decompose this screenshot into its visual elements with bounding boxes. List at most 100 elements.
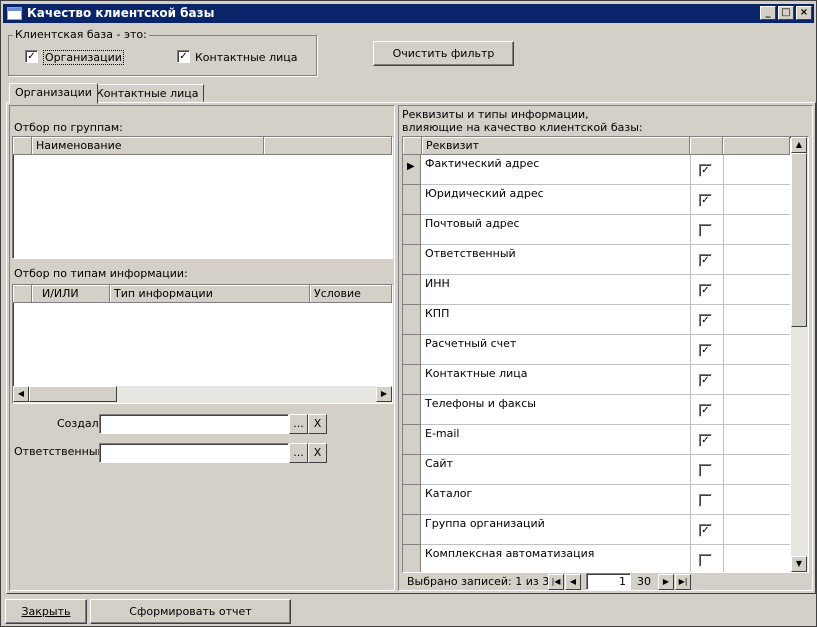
check-icon: ✓ xyxy=(701,405,710,416)
attribute-row-checkbox[interactable]: ✓ xyxy=(699,524,712,537)
close-window-button[interactable]: × xyxy=(796,6,812,20)
attribute-row-checkbox[interactable] xyxy=(699,464,712,477)
attribute-row[interactable]: КПП ✓ xyxy=(403,305,790,335)
types-hscrollbar[interactable]: ◀ ▶ xyxy=(13,386,392,403)
created-by-clear-button[interactable]: X xyxy=(308,414,327,434)
responsible-field[interactable] xyxy=(99,443,289,463)
scroll-down-icon[interactable]: ▼ xyxy=(791,556,807,572)
attribute-row-checkbox[interactable]: ✓ xyxy=(699,284,712,297)
attribute-row-checkbox[interactable]: ✓ xyxy=(699,374,712,387)
attribute-row-checkbox[interactable] xyxy=(699,224,712,237)
row-selector[interactable] xyxy=(403,515,421,545)
attribute-row-checkbox[interactable]: ✓ xyxy=(699,434,712,447)
generate-report-button[interactable]: Сформировать отчет xyxy=(90,599,291,624)
attribute-row-label: ИНН xyxy=(425,277,450,290)
current-row-arrow-icon: ▶ xyxy=(407,161,415,172)
attribute-row-label: Контактные лица xyxy=(425,367,528,380)
attribute-row[interactable]: Ответственный ✓ xyxy=(403,245,790,275)
responsible-clear-button[interactable]: X xyxy=(308,443,327,463)
page-total: 30 xyxy=(637,575,651,588)
attribute-row-checkbox[interactable] xyxy=(699,494,712,507)
groups-col-name[interactable]: Наименование xyxy=(32,137,264,155)
attribute-row[interactable]: ИНН ✓ xyxy=(403,275,790,305)
types-col-type[interactable]: Тип информации xyxy=(110,285,310,303)
attributes-vscroll-thumb[interactable] xyxy=(791,153,807,327)
title-bar[interactable]: Качество клиентской базы _ □ × xyxy=(3,4,814,23)
prev-page-icon[interactable]: ◀ xyxy=(565,574,581,590)
row-selector[interactable] xyxy=(403,185,421,215)
maximize-button[interactable]: □ xyxy=(778,6,794,20)
row-selector[interactable] xyxy=(403,275,421,305)
row-selector[interactable] xyxy=(403,395,421,425)
window-title: Качество клиентской базы xyxy=(27,6,215,20)
row-selector[interactable] xyxy=(403,425,421,455)
attributes-caption-line2: влияющие на качество клиентской базы: xyxy=(402,121,643,134)
row-selector[interactable] xyxy=(403,365,421,395)
created-by-field[interactable] xyxy=(99,414,289,434)
scroll-up-icon[interactable]: ▲ xyxy=(791,137,807,153)
contacts-checkbox-label[interactable]: Контактные лица xyxy=(195,51,297,64)
attribute-row-checkbox[interactable]: ✓ xyxy=(699,314,712,327)
types-table-corner xyxy=(13,285,32,303)
attribute-row[interactable]: Сайт xyxy=(403,455,790,485)
contacts-checkbox[interactable]: ✓ xyxy=(177,50,190,63)
page-number-field[interactable]: 1 xyxy=(586,573,631,590)
first-page-icon[interactable]: |◀ xyxy=(548,574,564,590)
tab-organizations[interactable]: Организации xyxy=(9,83,98,104)
row-selector[interactable] xyxy=(403,485,421,515)
attribute-row[interactable]: Комплексная автоматизация xyxy=(403,545,790,572)
attributes-table-corner xyxy=(403,137,422,155)
next-page-icon[interactable]: ▶ xyxy=(658,574,674,590)
attribute-row-checkbox[interactable]: ✓ xyxy=(699,344,712,357)
scroll-right-icon[interactable]: ▶ xyxy=(376,386,392,402)
attribute-row-checkbox[interactable] xyxy=(699,554,712,567)
row-selector[interactable] xyxy=(403,545,421,572)
row-selector[interactable] xyxy=(403,215,421,245)
attribute-row[interactable]: E-mail ✓ xyxy=(403,425,790,455)
types-table[interactable]: И/ИЛИ Тип информации Условие ◀ ▶ xyxy=(12,284,393,404)
attribute-row-checkbox[interactable]: ✓ xyxy=(699,404,712,417)
row-selector[interactable]: ▶ xyxy=(403,155,421,185)
attributes-col-name[interactable]: Реквизит xyxy=(422,137,690,155)
attribute-row[interactable]: Каталог xyxy=(403,485,790,515)
attribute-row-label: Юридический адрес xyxy=(425,187,544,200)
attribute-row-label: Расчетный счет xyxy=(425,337,517,350)
attribute-row-checkbox[interactable]: ✓ xyxy=(699,164,712,177)
created-by-select-button[interactable]: ... xyxy=(289,414,308,434)
attribute-row[interactable]: Юридический адрес ✓ xyxy=(403,185,790,215)
types-col-condition[interactable]: Условие xyxy=(310,285,392,303)
attributes-table[interactable]: Реквизит ▶ Фактический адрес ✓ Юридический … xyxy=(402,136,809,573)
types-hscroll-thumb[interactable] xyxy=(29,386,117,402)
check-icon: ✓ xyxy=(27,51,36,62)
attribute-row[interactable]: Почтовый адрес xyxy=(403,215,790,245)
row-selector[interactable] xyxy=(403,335,421,365)
scroll-left-icon[interactable]: ◀ xyxy=(13,386,29,402)
attribute-row-label: Каталог xyxy=(425,487,473,500)
attribute-row[interactable]: Контактные лица ✓ xyxy=(403,365,790,395)
groups-table[interactable]: Наименование xyxy=(12,136,393,259)
close-button[interactable]: Закрыть xyxy=(5,599,87,624)
types-col-andor[interactable]: И/ИЛИ xyxy=(32,285,110,303)
minimize-button[interactable]: _ xyxy=(760,6,776,20)
check-icon: ✓ xyxy=(701,285,710,296)
row-selector[interactable] xyxy=(403,455,421,485)
row-selector[interactable] xyxy=(403,305,421,335)
tab-contacts[interactable]: Контактные лица xyxy=(90,84,205,102)
attribute-row-checkbox[interactable]: ✓ xyxy=(699,254,712,267)
attribute-row[interactable]: Расчетный счет ✓ xyxy=(403,335,790,365)
records-status: Выбрано записей: 1 из 30 xyxy=(407,575,557,588)
organizations-checkbox[interactable]: ✓ xyxy=(25,50,38,63)
responsible-select-button[interactable]: ... xyxy=(289,443,308,463)
attribute-row-checkbox[interactable]: ✓ xyxy=(699,194,712,207)
responsible-label: Ответственный: xyxy=(14,445,109,458)
last-page-icon[interactable]: ▶| xyxy=(675,574,691,590)
organizations-checkbox-label[interactable]: Организации xyxy=(43,50,124,65)
check-icon: ✓ xyxy=(701,255,710,266)
row-selector[interactable] xyxy=(403,245,421,275)
attribute-row[interactable]: ▶ Фактический адрес ✓ xyxy=(403,155,790,185)
clear-filter-button[interactable]: Очистить фильтр xyxy=(373,41,514,66)
attributes-vscrollbar[interactable]: ▲ ▼ xyxy=(791,137,808,572)
attribute-row-label: Ответственный xyxy=(425,247,516,260)
attribute-row[interactable]: Группа организаций ✓ xyxy=(403,515,790,545)
attribute-row[interactable]: Телефоны и факсы ✓ xyxy=(403,395,790,425)
